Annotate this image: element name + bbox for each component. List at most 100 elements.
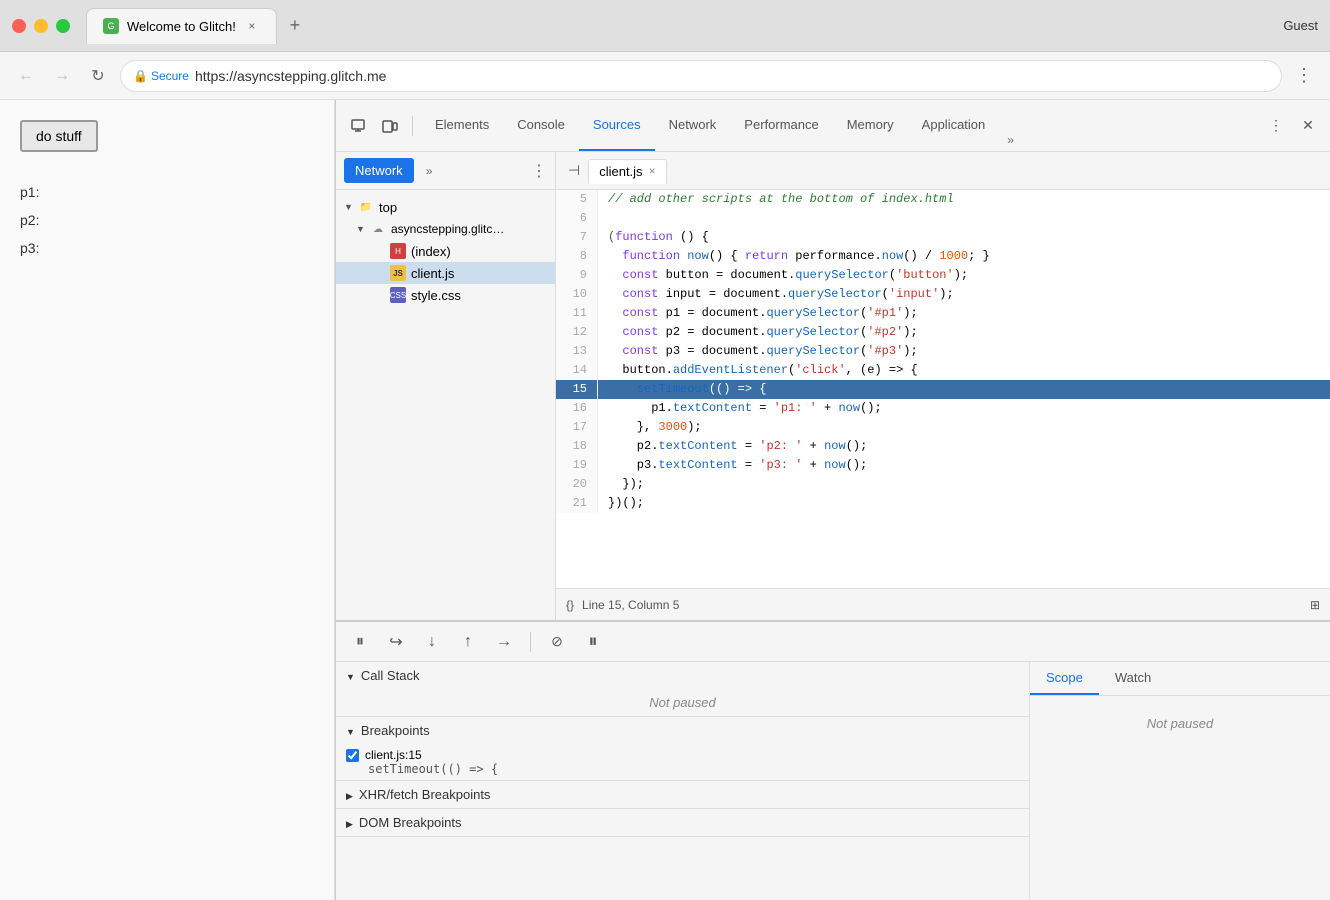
code-editor[interactable]: 5// add other scripts at the bottom of i… bbox=[556, 190, 1330, 588]
call-stack-header[interactable]: Call Stack bbox=[336, 662, 1029, 689]
pretty-print-button[interactable]: ⊞ bbox=[1310, 598, 1320, 612]
devtools-close-button[interactable]: ✕ bbox=[1294, 112, 1322, 140]
secure-label: Secure bbox=[151, 69, 189, 83]
network-tab-button[interactable]: Network bbox=[344, 158, 414, 183]
xhr-breakpoints-section: XHR/fetch Breakpoints bbox=[336, 781, 1029, 809]
more-sources-button[interactable]: » bbox=[418, 160, 441, 182]
tab-bar: G Welcome to Glitch! × + Guest bbox=[86, 8, 1318, 44]
url-bar[interactable]: 🔒 Secure https://asyncstepping.glitch.me bbox=[120, 60, 1282, 92]
code-line-15[interactable]: 15 setTimeout(() => { bbox=[556, 380, 1330, 399]
line-number: 17 bbox=[556, 418, 598, 437]
css-file-icon: CSS bbox=[390, 287, 406, 303]
do-stuff-button[interactable]: do stuff bbox=[20, 120, 98, 152]
tab-performance[interactable]: Performance bbox=[730, 100, 832, 151]
line-number: 9 bbox=[556, 266, 598, 285]
tree-item-style-css[interactable]: CSS style.css bbox=[336, 284, 555, 306]
title-bar: G Welcome to Glitch! × + Guest bbox=[0, 0, 1330, 52]
url-text: https://asyncstepping.glitch.me bbox=[195, 68, 386, 84]
tree-item-client-js[interactable]: JS client.js bbox=[336, 262, 555, 284]
breakpoint-label[interactable]: client.js:15 bbox=[346, 748, 1019, 762]
code-line-19[interactable]: 19 p3.textContent = 'p3: ' + now(); bbox=[556, 456, 1330, 475]
tab-favicon-icon: G bbox=[103, 18, 119, 34]
tab-application[interactable]: Application bbox=[908, 100, 1000, 151]
sources-menu-button[interactable]: ⋮ bbox=[531, 161, 547, 181]
dom-breakpoints-label: DOM Breakpoints bbox=[359, 815, 462, 830]
maximize-window-button[interactable] bbox=[56, 19, 70, 33]
code-line-5[interactable]: 5// add other scripts at the bottom of i… bbox=[556, 190, 1330, 209]
tab-elements[interactable]: Elements bbox=[421, 100, 503, 151]
sidebar-toggle-button[interactable]: ⊣ bbox=[564, 158, 584, 183]
device-toolbar-button[interactable] bbox=[376, 112, 404, 140]
deactivate-breakpoints-button[interactable]: ⊘ bbox=[543, 628, 571, 656]
xhr-breakpoints-header[interactable]: XHR/fetch Breakpoints bbox=[336, 781, 1029, 808]
new-tab-button[interactable]: + bbox=[281, 12, 309, 40]
refresh-button[interactable]: ↻ bbox=[84, 62, 112, 90]
code-line-12[interactable]: 12 const p2 = document.querySelector('#p… bbox=[556, 323, 1330, 342]
line-content: }, 3000); bbox=[598, 418, 1330, 437]
line-number: 16 bbox=[556, 399, 598, 418]
line-content: p2.textContent = 'p2: ' + now(); bbox=[598, 437, 1330, 456]
pause-resume-button[interactable]: ⏸ bbox=[346, 628, 374, 656]
back-button[interactable]: ← bbox=[12, 62, 40, 90]
debugger-left-panel: Call Stack Not paused Breakpoints bbox=[336, 662, 1030, 900]
code-line-18[interactable]: 18 p2.textContent = 'p2: ' + now(); bbox=[556, 437, 1330, 456]
xhr-breakpoints-label: XHR/fetch Breakpoints bbox=[359, 787, 491, 802]
tab-network[interactable]: Network bbox=[655, 100, 731, 151]
browser-content: do stuff p1: p2: p3: bbox=[0, 100, 335, 900]
step-over-button[interactable]: ↪ bbox=[382, 628, 410, 656]
breakpoint-checkbox[interactable] bbox=[346, 749, 359, 762]
step-into-button[interactable]: ↓ bbox=[418, 628, 446, 656]
step-button[interactable]: → bbox=[490, 628, 518, 656]
file-tab-close-button[interactable]: × bbox=[649, 164, 656, 178]
scope-tab[interactable]: Scope bbox=[1030, 662, 1099, 695]
watch-tab[interactable]: Watch bbox=[1099, 662, 1167, 695]
code-line-14[interactable]: 14 button.addEventListener('click', (e) … bbox=[556, 361, 1330, 380]
tree-item-index[interactable]: H (index) bbox=[336, 240, 555, 262]
tree-item-domain[interactable]: ☁ asyncstepping.glitc… bbox=[336, 218, 555, 240]
line-number: 19 bbox=[556, 456, 598, 475]
breakpoints-header[interactable]: Breakpoints bbox=[336, 717, 1029, 744]
devtools-settings-button[interactable]: ⋮ bbox=[1262, 112, 1290, 140]
line-number: 21 bbox=[556, 494, 598, 513]
code-line-16[interactable]: 16 p1.textContent = 'p1: ' + now(); bbox=[556, 399, 1330, 418]
dom-breakpoints-header[interactable]: DOM Breakpoints bbox=[336, 809, 1029, 836]
line-content: p3.textContent = 'p3: ' + now(); bbox=[598, 456, 1330, 475]
js-file-icon: JS bbox=[390, 265, 406, 281]
tab-console[interactable]: Console bbox=[503, 100, 579, 151]
code-line-11[interactable]: 11 const p1 = document.querySelector('#p… bbox=[556, 304, 1330, 323]
code-line-6[interactable]: 6 bbox=[556, 209, 1330, 228]
code-line-8[interactable]: 8 function now() { return performance.no… bbox=[556, 247, 1330, 266]
step-out-button[interactable]: ↑ bbox=[454, 628, 482, 656]
close-window-button[interactable] bbox=[12, 19, 26, 33]
code-line-17[interactable]: 17 }, 3000); bbox=[556, 418, 1330, 437]
lock-icon: 🔒 bbox=[133, 69, 148, 83]
line-number: 6 bbox=[556, 209, 598, 228]
inspect-element-button[interactable] bbox=[344, 112, 372, 140]
code-line-21[interactable]: 21})(); bbox=[556, 494, 1330, 513]
devtools-toolbar: Elements Console Sources Network Perform… bbox=[336, 100, 1330, 152]
not-paused-label: Not paused bbox=[649, 695, 716, 710]
minimize-window-button[interactable] bbox=[34, 19, 48, 33]
tree-item-top[interactable]: 📁 top bbox=[336, 196, 555, 218]
code-line-13[interactable]: 13 const p3 = document.querySelector('#p… bbox=[556, 342, 1330, 361]
browser-tab[interactable]: G Welcome to Glitch! × bbox=[86, 8, 277, 44]
tab-close-button[interactable]: × bbox=[244, 18, 260, 34]
line-number: 10 bbox=[556, 285, 598, 304]
code-line-9[interactable]: 9 const button = document.querySelector(… bbox=[556, 266, 1330, 285]
devtools-body: Network » ⋮ 📁 top bbox=[336, 152, 1330, 900]
code-line-10[interactable]: 10 const input = document.querySelector(… bbox=[556, 285, 1330, 304]
forward-button[interactable]: → bbox=[48, 62, 76, 90]
scope-tabs: Scope Watch bbox=[1030, 662, 1330, 696]
breakpoints-arrow bbox=[346, 723, 355, 738]
line-number: 20 bbox=[556, 475, 598, 494]
browser-menu-button[interactable]: ⋮ bbox=[1290, 62, 1318, 90]
dom-breakpoints-section: DOM Breakpoints bbox=[336, 809, 1029, 837]
tab-sources[interactable]: Sources bbox=[579, 100, 655, 151]
pause-on-exceptions-button[interactable]: ⏸ bbox=[579, 628, 607, 656]
code-line-7[interactable]: 7(function () { bbox=[556, 228, 1330, 247]
more-tabs-button[interactable]: » bbox=[999, 129, 1022, 151]
code-line-20[interactable]: 20 }); bbox=[556, 475, 1330, 494]
file-tab-client-js[interactable]: client.js × bbox=[588, 159, 666, 184]
tab-memory[interactable]: Memory bbox=[833, 100, 908, 151]
xhr-breakpoints-arrow bbox=[346, 787, 353, 802]
